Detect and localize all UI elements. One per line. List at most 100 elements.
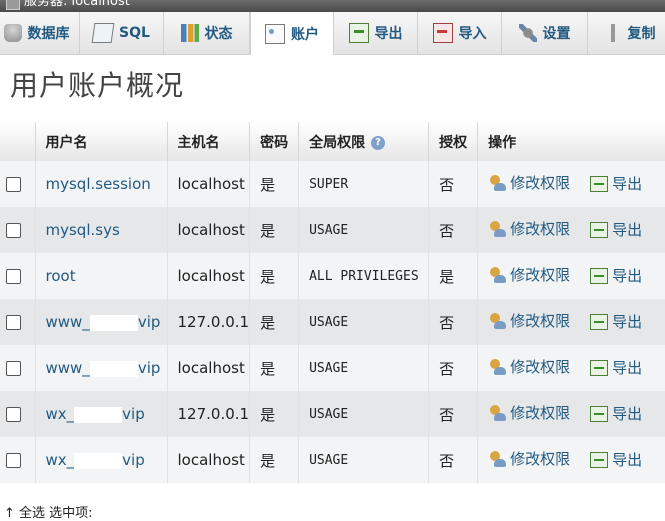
replication-icon <box>603 24 622 42</box>
select-cell <box>0 391 36 437</box>
row-checkbox[interactable] <box>6 177 21 192</box>
edit-label: 修改权限 <box>510 404 571 423</box>
export-label: 导出 <box>612 267 643 286</box>
edit-privileges-link[interactable]: 修改权限 <box>488 310 570 331</box>
username: www_ <box>45 359 90 377</box>
export-user-link[interactable]: 导出 <box>590 219 642 240</box>
username: www_ <box>45 313 90 331</box>
export-user-link[interactable]: 导出 <box>590 311 642 332</box>
edit-privileges-link[interactable]: 修改权限 <box>488 402 570 423</box>
edit-user-icon <box>488 358 507 376</box>
row-checkbox[interactable] <box>6 453 21 468</box>
tab-import[interactable]: 导入 <box>418 12 502 54</box>
username-link[interactable]: wx_ vip <box>46 451 145 469</box>
tab-export[interactable]: 导出 <box>334 12 418 54</box>
export-user-link[interactable]: 导出 <box>590 265 642 286</box>
tab-status[interactable]: 状态 <box>164 12 250 54</box>
grant-cell: 是 <box>428 253 479 299</box>
username-cell: mysql.sys <box>35 207 168 253</box>
edit-user-icon <box>488 312 507 330</box>
header-label: 全局权限 <box>309 134 366 151</box>
export-user-link[interactable]: 导出 <box>590 173 642 194</box>
actions-cell: 修改权限 导出 <box>477 437 665 483</box>
edit-privileges-link[interactable]: 修改权限 <box>488 172 570 193</box>
username: wx_ <box>45 405 75 423</box>
edit-label: 修改权限 <box>510 266 571 285</box>
username-link[interactable]: www_ vip <box>46 359 161 377</box>
edit-label: 修改权限 <box>510 312 571 331</box>
actions-cell: 修改权限 导出 <box>477 391 665 437</box>
select-cell <box>0 299 36 345</box>
tab-label: 复制 <box>627 26 656 42</box>
username-cell: mysql.session <box>35 161 168 207</box>
edit-privileges-link[interactable]: 修改权限 <box>488 448 570 469</box>
row-checkbox[interactable] <box>6 407 21 422</box>
actions-cell: 修改权限 导出 <box>477 253 665 299</box>
redacted-text <box>74 452 123 469</box>
select-cell <box>0 207 36 253</box>
select-column-header <box>0 122 36 161</box>
accounts-icon <box>265 23 285 44</box>
username-suffix: vip <box>122 451 145 469</box>
edit-privileges-link[interactable]: 修改权限 <box>488 356 570 377</box>
host-cell: localhost <box>167 345 251 391</box>
export-icon <box>590 313 609 330</box>
row-checkbox[interactable] <box>6 315 21 330</box>
tab-label: 数据库 <box>27 26 70 42</box>
tab-replication[interactable]: 复制 <box>588 12 665 54</box>
grant-cell: 否 <box>428 437 479 483</box>
host-cell: 127.0.0.1 <box>167 391 251 437</box>
row-checkbox[interactable] <box>6 223 21 238</box>
tab-sql[interactable]: SQL <box>80 12 164 54</box>
export-user-link[interactable]: 导出 <box>590 449 642 470</box>
tab-accounts[interactable]: 账户 <box>250 12 334 55</box>
database-icon <box>3 24 22 42</box>
table-row: mysql.session localhost 是 SUPER 否 修改权限 导出 <box>0 161 665 207</box>
select-cell <box>0 161 36 207</box>
username-link[interactable]: wx_ vip <box>46 405 145 423</box>
bulk-actions-bar: ↑ 全选 选中项: <box>4 502 93 521</box>
column-header-global-privileges: 全局权限? <box>298 122 430 161</box>
export-icon <box>590 221 609 238</box>
table-row: www_ vip 127.0.0.1 是 USAGE 否 修改权限 导出 <box>0 299 665 345</box>
status-icon <box>180 24 199 42</box>
footer-text: ↑ 全选 选中项: <box>4 506 93 521</box>
edit-label: 修改权限 <box>510 174 571 193</box>
row-checkbox[interactable] <box>6 269 21 284</box>
export-user-link[interactable]: 导出 <box>590 403 642 424</box>
grant-cell: 否 <box>428 345 479 391</box>
privileges-cell: USAGE <box>298 391 430 437</box>
server-breadcrumb: 服务器: localhost <box>0 0 665 12</box>
tab-databases[interactable]: 数据库 <box>0 12 80 54</box>
username-cell: www_ vip <box>35 299 168 345</box>
help-icon[interactable]: ? <box>371 135 386 150</box>
username: wx_ <box>45 451 75 469</box>
export-user-link[interactable]: 导出 <box>590 357 642 378</box>
table-row: wx_ vip localhost 是 USAGE 否 修改权限 导出 <box>0 437 665 483</box>
username-link[interactable]: mysql.session <box>46 175 151 193</box>
password-cell: 是 <box>249 299 300 345</box>
select-cell <box>0 345 36 391</box>
select-cell <box>0 253 36 299</box>
server-label: 服务器: localhost <box>24 0 130 9</box>
tab-label: 导出 <box>374 26 403 42</box>
edit-user-icon <box>488 450 507 468</box>
host-cell: localhost <box>167 253 251 299</box>
redacted-text <box>89 314 138 331</box>
edit-privileges-link[interactable]: 修改权限 <box>488 264 570 285</box>
export-icon <box>590 175 609 192</box>
privileges-cell: ALL PRIVILEGES <box>298 253 430 299</box>
tab-settings[interactable]: 设置 <box>502 12 588 54</box>
username-link[interactable]: www_ vip <box>46 313 161 331</box>
privileges-cell: SUPER <box>298 161 430 207</box>
username-cell: root <box>35 253 168 299</box>
edit-user-icon <box>488 220 507 238</box>
row-checkbox[interactable] <box>6 361 21 376</box>
password-cell: 是 <box>249 161 300 207</box>
host-cell: localhost <box>167 207 251 253</box>
username-cell: wx_ vip <box>35 391 168 437</box>
edit-privileges-link[interactable]: 修改权限 <box>488 218 570 239</box>
username-link[interactable]: root <box>46 267 76 285</box>
username-suffix: vip <box>137 359 161 377</box>
username-link[interactable]: mysql.sys <box>46 221 120 239</box>
